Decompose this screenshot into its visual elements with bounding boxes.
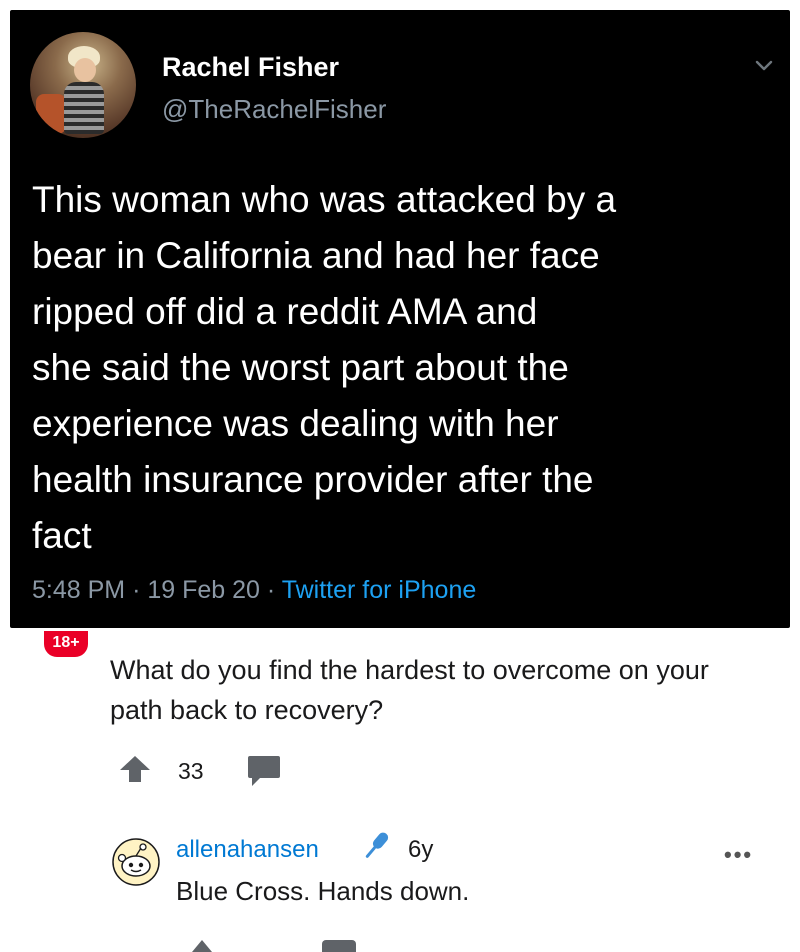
nsfw-badge: 18+ xyxy=(44,631,88,657)
tweet-time: 5:48 PM xyxy=(32,576,126,604)
microphone-icon xyxy=(365,832,389,858)
tweet-card: Rachel Fisher @TheRachelFisher This woma… xyxy=(10,10,790,628)
more-options-icon[interactable]: ••• xyxy=(724,842,753,868)
tweet-meta: 5:48 PM · 19 Feb 20 · Twitter for iPhone xyxy=(32,576,476,605)
tweet-date: 19 Feb 20 xyxy=(147,576,260,604)
comment-username[interactable]: allenahansen xyxy=(176,836,319,864)
author-avatar[interactable] xyxy=(30,32,136,138)
meta-separator: · xyxy=(132,576,141,604)
author-name[interactable]: Rachel Fisher xyxy=(162,52,339,83)
chevron-down-icon[interactable] xyxy=(754,56,774,76)
avatar-dress xyxy=(64,82,104,134)
comment-body: Blue Cross. Hands down. xyxy=(176,876,470,906)
snoo-avatar-icon[interactable] xyxy=(112,838,160,886)
avatar-face xyxy=(74,58,96,82)
author-handle[interactable]: @TheRachelFisher xyxy=(162,94,386,125)
meta-separator-2: · xyxy=(266,576,276,604)
upvote-arrow-icon[interactable] xyxy=(118,754,152,784)
vote-count: 33 xyxy=(178,758,204,784)
comment-bubble-icon[interactable] xyxy=(246,754,282,788)
comment-age: 6y xyxy=(408,836,434,863)
avatar-sofa xyxy=(36,94,66,134)
tweet-text: This woman who was attacked by a bear in… xyxy=(32,179,617,556)
comment-bubble-icon-partial[interactable] xyxy=(322,940,356,952)
tweet-source-link[interactable]: Twitter for iPhone xyxy=(282,576,477,604)
post-question: What do you find the hardest to overcome… xyxy=(110,655,709,725)
upvote-arrow-icon-partial[interactable] xyxy=(190,938,214,952)
